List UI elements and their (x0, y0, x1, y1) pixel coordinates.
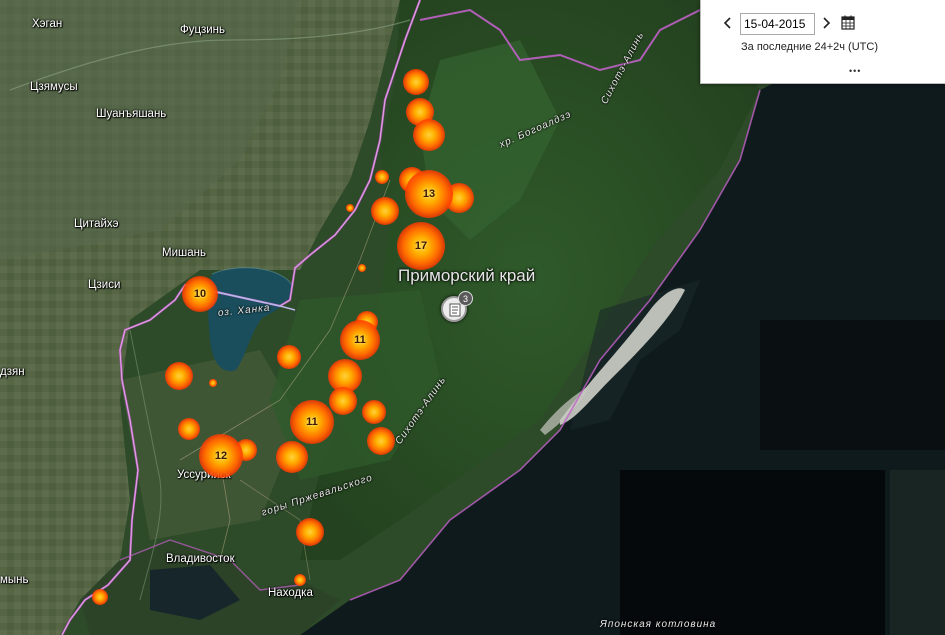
chevron-right-icon (823, 17, 831, 29)
marker-count-badge: 3 (458, 291, 473, 306)
next-date-button[interactable] (818, 13, 834, 33)
city-label: Цзямусы (30, 81, 78, 93)
basin-label: Японская котловина (600, 619, 717, 630)
fire-hotspot[interactable] (329, 387, 357, 415)
cluster-count: 12 (214, 450, 228, 462)
fire-hotspot[interactable] (92, 589, 108, 605)
chevron-left-icon (723, 17, 731, 29)
city-label: Цитайхэ (74, 218, 119, 230)
city-label: Фуцзинь (180, 24, 225, 36)
cluster-count: 11 (306, 416, 318, 428)
city-label: мынь (0, 574, 29, 586)
document-marker[interactable]: 3 (441, 291, 473, 322)
fire-hotspot[interactable] (371, 197, 399, 225)
city-label: Владивосток (166, 553, 235, 565)
fire-hotspot[interactable] (413, 119, 445, 151)
fire-hotspot[interactable] (165, 362, 193, 390)
more-dots-icon[interactable]: ••• (849, 66, 861, 76)
satellite-map[interactable]: Хэган Фуцзинь Цзямусы Шуанъяшань Цитайхэ… (0, 0, 945, 635)
fire-cluster[interactable]: 17 (397, 222, 445, 270)
city-label: Мишань (162, 247, 206, 259)
fire-hotspot[interactable] (178, 418, 200, 440)
fire-hotspot[interactable] (294, 574, 306, 586)
fire-cluster[interactable]: 13 (405, 170, 453, 218)
fire-hotspot[interactable] (277, 345, 301, 369)
calendar-icon (841, 15, 855, 30)
document-icon (449, 303, 461, 317)
date-input[interactable] (740, 13, 815, 35)
city-label: Шуанъяшань (96, 108, 167, 120)
city-label: Цзиси (88, 279, 121, 291)
cluster-count: 17 (414, 240, 428, 252)
city-label: дзян (0, 366, 25, 378)
calendar-button[interactable] (841, 15, 855, 35)
fire-hotspot[interactable] (346, 204, 354, 212)
fire-cluster[interactable]: 12 (199, 434, 243, 478)
fire-hotspot[interactable] (375, 170, 389, 184)
city-label: Находка (268, 587, 313, 599)
fire-hotspot[interactable] (358, 264, 366, 272)
fire-cluster[interactable]: 10 (182, 276, 218, 312)
fire-cluster[interactable]: 11 (290, 400, 334, 444)
fire-hotspot[interactable] (276, 441, 308, 473)
period-text: За последние 24+2ч (UTC) (741, 41, 878, 53)
city-label: Хэган (32, 18, 63, 30)
cluster-count: 10 (193, 288, 207, 300)
map-terrain (0, 0, 945, 635)
fire-hotspot[interactable] (209, 379, 217, 387)
fire-cluster[interactable]: 11 (340, 320, 380, 360)
prev-date-button[interactable] (720, 13, 736, 33)
fire-hotspot[interactable] (403, 69, 429, 95)
fire-hotspot[interactable] (296, 518, 324, 546)
cluster-count: 13 (422, 188, 436, 200)
fire-hotspot[interactable] (362, 400, 386, 424)
cluster-count: 11 (354, 334, 366, 346)
fire-hotspot[interactable] (367, 427, 395, 455)
